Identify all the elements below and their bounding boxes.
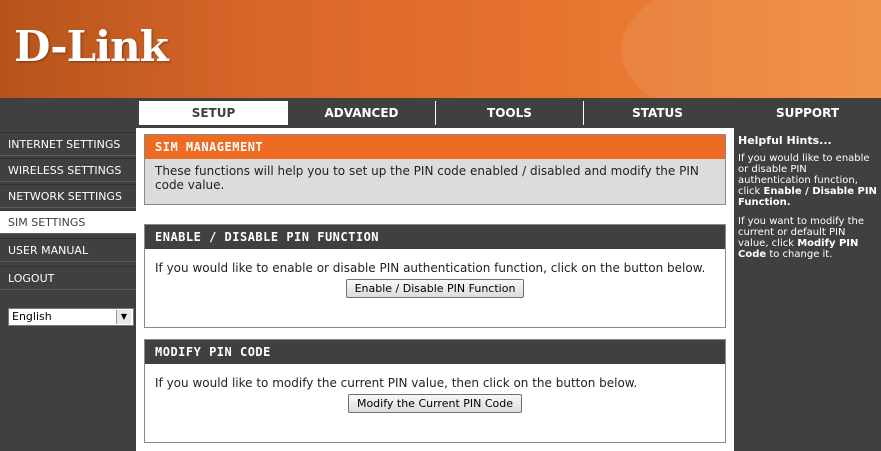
tab-support[interactable]: SUPPORT — [734, 98, 881, 128]
enable-disable-pin-text: If you would like to enable or disable P… — [155, 261, 706, 275]
language-select-value: English — [12, 310, 52, 323]
modify-pin-panel: MODIFY PIN CODE If you would like to mod… — [144, 339, 726, 443]
left-sidebar: INTERNET SETTINGS WIRELESS SETTINGS NETW… — [0, 128, 136, 451]
enable-disable-pin-title: ENABLE / DISABLE PIN FUNCTION — [145, 225, 725, 249]
sidebar-item-user-manual[interactable]: USER MANUAL — [0, 238, 136, 262]
sidebar-item-sim-settings[interactable]: SIM SETTINGS — [0, 210, 136, 234]
sidebar-item-network-settings[interactable]: NETWORK SETTINGS — [0, 184, 136, 208]
top-nav-spacer — [0, 98, 136, 128]
tab-setup[interactable]: SETUP — [139, 101, 287, 125]
top-nav: SETUP ADVANCED TOOLS STATUS SUPPORT — [0, 98, 881, 128]
modify-pin-title: MODIFY PIN CODE — [145, 340, 725, 364]
dlink-logo: D-Link — [14, 22, 169, 71]
tab-status[interactable]: STATUS — [583, 101, 731, 125]
helpful-hints-panel: Helpful Hints... If you would like to en… — [734, 128, 881, 451]
banner-swoosh — [621, 0, 881, 98]
tab-advanced[interactable]: ADVANCED — [287, 101, 435, 125]
sim-management-panel: SIM MANAGEMENT These functions will help… — [144, 134, 726, 205]
sidebar-item-wireless-settings[interactable]: WIRELESS SETTINGS — [0, 158, 136, 182]
sim-management-description: These functions will help you to set up … — [145, 159, 725, 204]
sidebar-item-logout[interactable]: LOGOUT — [0, 266, 136, 290]
hint-enable-disable: If you would like to enable or disable P… — [738, 153, 877, 208]
language-select[interactable]: English ▼ — [8, 308, 134, 326]
enable-disable-pin-panel: ENABLE / DISABLE PIN FUNCTION If you wou… — [144, 224, 726, 328]
header-banner: D-Link — [0, 0, 881, 98]
chevron-down-icon[interactable]: ▼ — [116, 310, 131, 324]
modify-pin-button[interactable]: Modify the Current PIN Code — [347, 394, 523, 413]
modify-pin-text: If you would like to modify the current … — [155, 376, 638, 390]
helpful-hints-title: Helpful Hints... — [738, 134, 832, 147]
sim-management-title: SIM MANAGEMENT — [145, 135, 725, 159]
enable-disable-pin-button[interactable]: Enable / Disable PIN Function — [345, 279, 525, 298]
sidebar-item-internet-settings[interactable]: INTERNET SETTINGS — [0, 132, 136, 156]
hint-modify-pin: If you want to modify the current or def… — [738, 216, 865, 260]
main-content: SIM MANAGEMENT These functions will help… — [140, 128, 730, 451]
tab-tools[interactable]: TOOLS — [435, 101, 583, 125]
